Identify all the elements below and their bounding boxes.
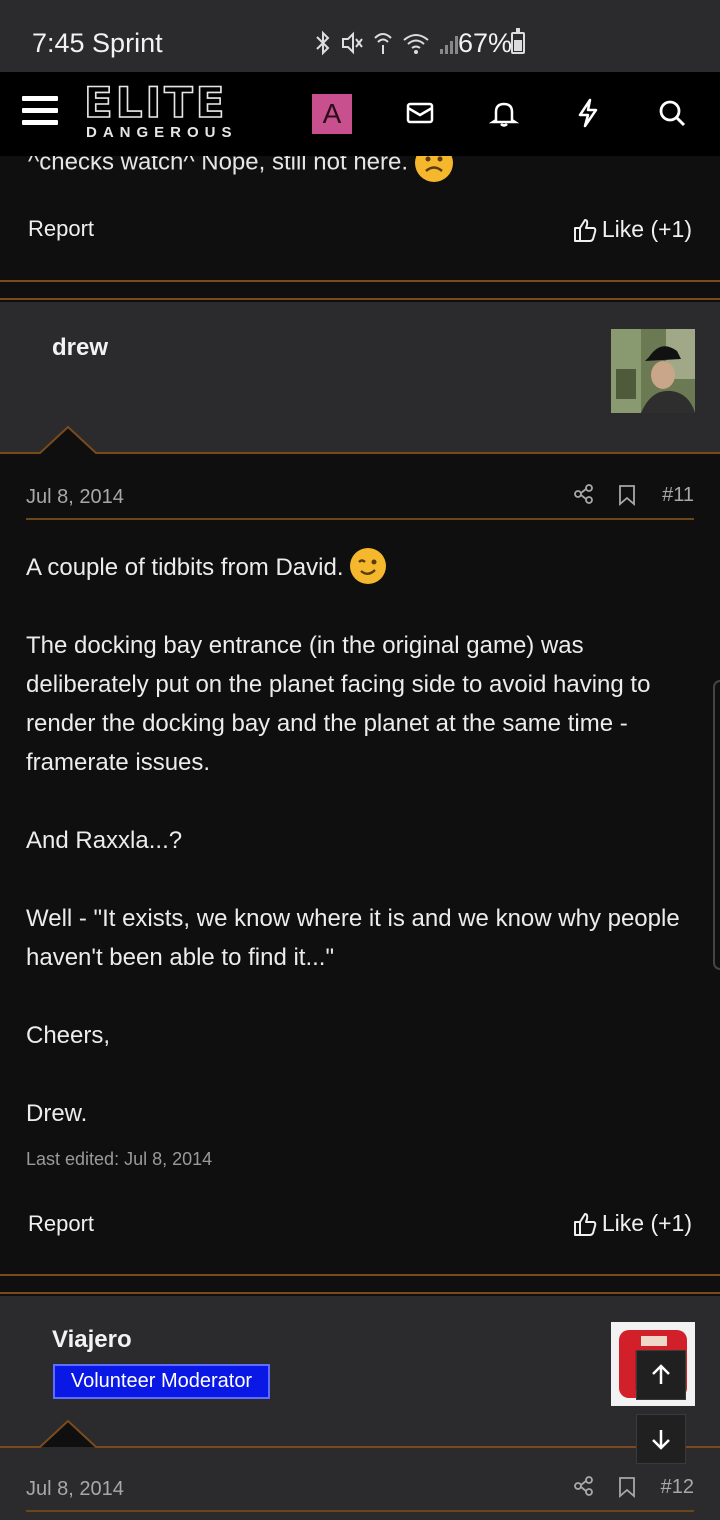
edge-panel-handle[interactable]: [713, 680, 720, 970]
post-user-header: drew: [0, 302, 720, 454]
post-paragraph: Well - "It exists, we know where it is a…: [26, 905, 680, 971]
hotspot-icon: [374, 33, 392, 54]
post-paragraph: And Raxxla...?: [26, 827, 183, 854]
arrow-down-icon: [652, 1430, 670, 1450]
wink-emoji-icon: [350, 547, 387, 584]
post-number[interactable]: #11: [662, 484, 694, 507]
status-icons: [314, 30, 462, 56]
report-button[interactable]: Report: [28, 1211, 94, 1237]
post-pointer-arrow: [0, 1419, 720, 1448]
logo-main-text: ELITE: [83, 78, 228, 127]
mute-icon: [342, 31, 363, 55]
post-paragraph: Drew.: [26, 1100, 88, 1127]
search-icon[interactable]: [657, 98, 687, 128]
menu-icon[interactable]: [22, 96, 58, 130]
bookmark-icon[interactable]: [618, 484, 636, 506]
thumbs-up-icon: [573, 1212, 597, 1236]
status-bar: 7:45 Sprint 67%: [0, 0, 720, 72]
post-meta-bar: Jul 8, 2014 #11: [26, 476, 694, 520]
report-button[interactable]: Report: [28, 216, 94, 242]
post-separator: [0, 1276, 720, 1294]
post-meta-bar: Jul 8, 2014 #12: [26, 1468, 694, 1512]
thumbs-up-icon: [573, 218, 597, 242]
like-label: Like (+1): [601, 1210, 692, 1236]
logo-sub-text: DANGEROUS: [86, 124, 238, 141]
username[interactable]: Viajero: [52, 1326, 132, 1354]
status-time: 7:45 Sprint: [32, 28, 163, 58]
last-edited-note: Last edited: Jul 8, 2014: [26, 1149, 213, 1169]
scroll-to-bottom-button[interactable]: [636, 1414, 686, 1464]
bell-icon[interactable]: [489, 98, 519, 128]
post-paragraph: Cheers,: [26, 1022, 111, 1049]
account-avatar-button[interactable]: A: [312, 94, 352, 134]
post-pointer-arrow: [0, 425, 720, 454]
previous-post: ^checks watch^ Nope, still not here. Rep…: [0, 140, 720, 282]
bookmark-icon[interactable]: [618, 1476, 636, 1498]
post-number[interactable]: #12: [661, 1476, 694, 1499]
like-label: Like (+1): [601, 216, 692, 242]
post-separator: [0, 282, 720, 300]
post-date[interactable]: Jul 8, 2014: [26, 486, 124, 509]
share-icon[interactable]: [574, 1476, 594, 1496]
moderator-badge: Volunteer Moderator: [53, 1364, 270, 1399]
lightning-icon[interactable]: [573, 98, 603, 128]
site-header: ELITE DANGEROUS A: [0, 72, 720, 156]
post-paragraph: The docking bay entrance (in the origina…: [26, 632, 651, 776]
post-date[interactable]: Jul 8, 2014: [26, 1478, 124, 1501]
arrow-up-icon: [652, 1364, 670, 1384]
post-paragraph: A couple of tidbits from David.: [26, 547, 696, 587]
mail-icon[interactable]: [405, 98, 435, 128]
like-button[interactable]: Like (+1): [572, 1210, 692, 1237]
post-body: A couple of tidbits from David. The dock…: [26, 547, 696, 1133]
battery-percent: 67%: [458, 28, 513, 58]
username[interactable]: drew: [52, 334, 108, 362]
share-icon[interactable]: [574, 484, 594, 504]
scroll-to-top-button[interactable]: [636, 1350, 686, 1400]
like-button[interactable]: Like (+1): [572, 216, 692, 243]
wifi-icon: [403, 34, 429, 54]
bluetooth-icon: [316, 30, 330, 56]
battery-icon: [511, 28, 525, 54]
user-avatar-photo[interactable]: [611, 329, 695, 413]
